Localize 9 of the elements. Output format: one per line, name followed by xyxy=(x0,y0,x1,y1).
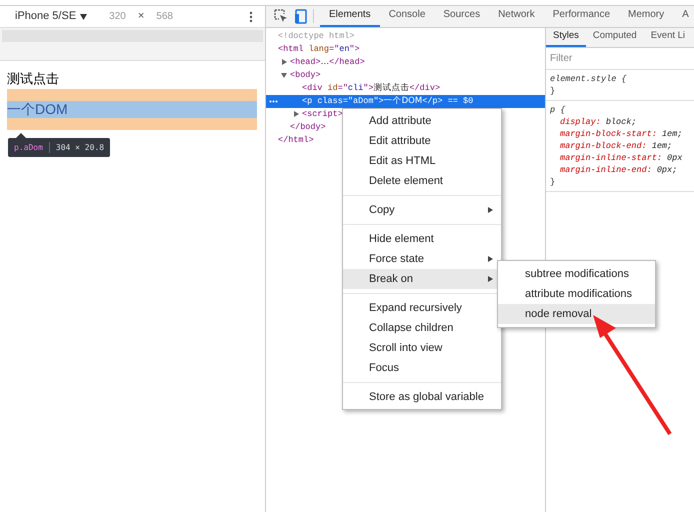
rule-brace: } xyxy=(550,85,556,97)
tooltip-size: 304 × 20.8 xyxy=(56,142,104,154)
times-sign: × xyxy=(138,9,144,24)
content-highlight: 一个DOM xyxy=(7,100,257,118)
rule-brace: } xyxy=(550,176,556,188)
rule-selector: element.style { xyxy=(550,73,628,85)
page-heading: 测试点击 xyxy=(7,70,60,88)
tooltip-selector: p.aDom xyxy=(14,142,43,154)
rule-selector: p { xyxy=(550,104,566,116)
